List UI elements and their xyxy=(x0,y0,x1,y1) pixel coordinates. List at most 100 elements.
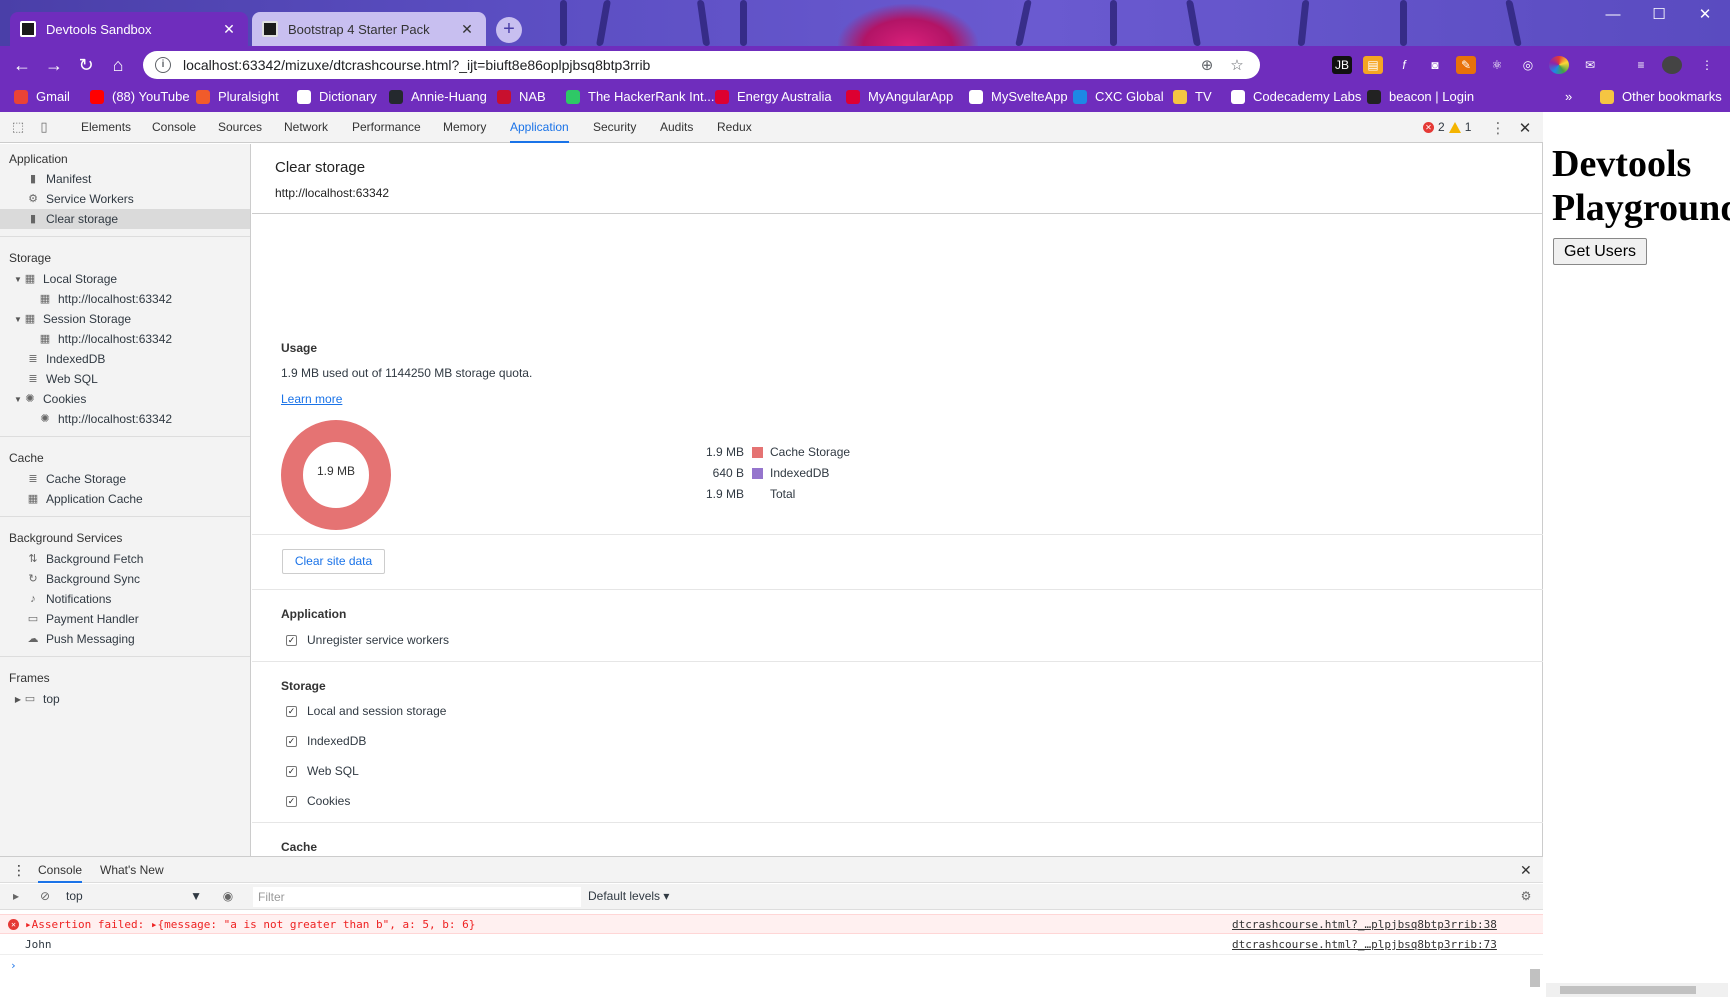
window-close-button[interactable]: ✕ xyxy=(1682,0,1728,30)
sidebar-item-cookies-origin[interactable]: ✺ http://localhost:63342 xyxy=(0,409,250,429)
page-horizontal-scrollbar[interactable] xyxy=(1546,983,1728,997)
console-scrollbar[interactable] xyxy=(1530,969,1540,987)
local-session-storage-checkbox[interactable]: ✓ Local and session storage xyxy=(286,704,446,718)
address-bar[interactable]: i localhost:63342/mizuxe/dtcrashcourse.h… xyxy=(143,51,1260,79)
expand-arrow-icon[interactable]: ▶ xyxy=(13,695,23,704)
bookmark-item[interactable]: (88) YouTube xyxy=(90,89,190,104)
close-icon[interactable]: ✕ xyxy=(220,21,238,38)
bookmark-item[interactable]: Annie-Huang xyxy=(389,89,487,104)
unregister-service-workers-checkbox[interactable]: ✓ Unregister service workers xyxy=(286,633,449,647)
color-extension-icon[interactable] xyxy=(1549,56,1569,74)
checkmark-icon[interactable]: ✓ xyxy=(286,765,297,777)
tab-security[interactable]: Security xyxy=(593,112,636,143)
eye-icon[interactable]: ◉ xyxy=(220,889,236,905)
bookmark-item[interactable]: MySvelteApp xyxy=(969,89,1068,104)
sidebar-item-background-fetch[interactable]: ⇅ Background Fetch xyxy=(0,549,250,569)
sidebar-item-background-sync[interactable]: ↻ Background Sync xyxy=(0,569,250,589)
sidebar-item-application-cache[interactable]: ▦ Application Cache xyxy=(0,489,250,509)
sidebar-item-payment-handler[interactable]: ▭ Payment Handler xyxy=(0,609,250,629)
gear-icon[interactable]: ⚙ xyxy=(1518,889,1534,905)
device-toolbar-icon[interactable]: ▯ xyxy=(36,119,52,135)
star-icon[interactable]: ☆ xyxy=(1226,56,1248,74)
clear-console-icon[interactable]: ⊘ xyxy=(37,889,53,905)
sidebar-item-manifest[interactable]: ▮ Manifest xyxy=(0,169,250,189)
bookmark-item[interactable]: NAB xyxy=(497,89,546,104)
sidebar-item-clear-storage[interactable]: ▮ Clear storage xyxy=(0,209,250,229)
tab-memory[interactable]: Memory xyxy=(443,112,486,143)
sidebar-item-cache-storage[interactable]: ≣ Cache Storage xyxy=(0,469,250,489)
more-vertical-icon[interactable]: ⋮ xyxy=(1490,119,1506,137)
reload-icon[interactable]: ↻ xyxy=(74,53,98,77)
tab-sources[interactable]: Sources xyxy=(218,112,262,143)
bookmark-item[interactable]: beacon | Login xyxy=(1367,89,1474,104)
more-vertical-icon[interactable]: ⋮ xyxy=(12,857,26,883)
back-arrow-icon[interactable]: ← xyxy=(10,53,34,77)
browser-tab-active[interactable]: Devtools Sandbox ✕ xyxy=(10,12,248,46)
clear-site-data-button[interactable]: Clear site data xyxy=(282,549,385,574)
bookmark-item[interactable]: Gmail xyxy=(14,89,70,104)
tab-console[interactable]: Console xyxy=(152,112,196,143)
console-source-link[interactable]: dtcrashcourse.html?_…plpjbsq8btp3rrib:38 xyxy=(1232,918,1497,931)
sidebar-item-websql[interactable]: ≣ Web SQL xyxy=(0,369,250,389)
home-icon[interactable]: ⌂ xyxy=(106,53,130,77)
log-levels-dropdown[interactable]: Default levels ▾ xyxy=(588,889,669,903)
close-devtools-icon[interactable]: ✕ xyxy=(1517,119,1533,137)
function-extension-icon[interactable]: f xyxy=(1394,56,1414,74)
sidebar-item-notifications[interactable]: ♪ Notifications xyxy=(0,589,250,609)
tab-whats-new[interactable]: What's New xyxy=(100,857,164,883)
console-prompt[interactable]: › xyxy=(0,955,1543,975)
bookmark-item[interactable]: The HackerRank Int... xyxy=(566,89,714,104)
sidebar-item-session-storage[interactable]: ▼ ▦ Session Storage xyxy=(0,309,250,329)
indexeddb-checkbox[interactable]: ✓ IndexedDB xyxy=(286,734,366,748)
bookmark-item[interactable]: TV xyxy=(1173,89,1212,104)
tab-application[interactable]: Application xyxy=(510,112,569,143)
learn-more-link[interactable]: Learn more xyxy=(281,392,342,406)
notes-extension-icon[interactable]: ▤ xyxy=(1363,56,1383,74)
checkmark-icon[interactable]: ✓ xyxy=(286,795,297,807)
jetbrains-extension-icon[interactable]: JB xyxy=(1332,56,1352,74)
sidebar-item-cookies[interactable]: ▼ ✺ Cookies xyxy=(0,389,250,409)
other-bookmarks-folder[interactable]: Other bookmarks xyxy=(1600,89,1722,104)
tab-elements[interactable]: Elements xyxy=(81,112,131,143)
camera-extension-icon[interactable]: ◙ xyxy=(1425,56,1445,74)
tab-redux[interactable]: Redux xyxy=(717,112,752,143)
sidebar-item-indexeddb[interactable]: ≣ IndexedDB xyxy=(0,349,250,369)
sidebar-item-frame-top[interactable]: ▶ ▭ top xyxy=(0,689,250,709)
react-extension-icon[interactable]: ⚛ xyxy=(1487,56,1507,74)
tab-console[interactable]: Console xyxy=(38,857,83,883)
checkmark-icon[interactable]: ✓ xyxy=(286,705,297,717)
expand-arrow-icon[interactable]: ▼ xyxy=(13,275,23,284)
issue-counts[interactable]: ✕ 2 1 xyxy=(1423,120,1471,134)
info-icon[interactable]: i xyxy=(155,57,171,73)
forward-arrow-icon[interactable]: → xyxy=(42,53,66,77)
checkmark-icon[interactable]: ✓ xyxy=(286,634,297,646)
bookmarks-overflow-button[interactable]: » xyxy=(1565,89,1572,104)
sidebar-item-service-workers[interactable]: ⚙ Service Workers xyxy=(0,189,250,209)
more-vertical-icon[interactable]: ⋮ xyxy=(1697,56,1717,74)
reading-list-icon[interactable]: ≡ xyxy=(1631,56,1651,74)
sidebar-item-local-storage-origin[interactable]: ▦ http://localhost:63342 xyxy=(0,289,250,309)
websql-checkbox[interactable]: ✓ Web SQL xyxy=(286,764,359,778)
scrollbar-thumb[interactable] xyxy=(1560,986,1696,994)
bookmark-item[interactable]: MyAngularApp xyxy=(846,89,953,104)
filter-input[interactable]: Filter xyxy=(253,887,581,907)
get-users-button[interactable]: Get Users xyxy=(1553,238,1648,265)
close-icon[interactable]: ✕ xyxy=(458,21,476,38)
close-drawer-icon[interactable]: ✕ xyxy=(1520,857,1532,883)
sidebar-item-session-storage-origin[interactable]: ▦ http://localhost:63342 xyxy=(0,329,250,349)
sidebar-item-push-messaging[interactable]: ☁ Push Messaging xyxy=(0,629,250,649)
cookies-checkbox[interactable]: ✓ Cookies xyxy=(286,794,350,808)
maximize-button[interactable]: ☐ xyxy=(1636,0,1682,30)
bookmark-item[interactable]: Energy Australia xyxy=(715,89,832,104)
bookmark-item[interactable]: Dictionary xyxy=(297,89,377,104)
bookmark-item[interactable]: Pluralsight xyxy=(196,89,279,104)
avatar[interactable] xyxy=(1662,56,1682,74)
sidebar-toggle-icon[interactable]: ▸ xyxy=(8,889,24,905)
tab-audits[interactable]: Audits xyxy=(660,112,693,143)
zoom-icon[interactable]: ⊕ xyxy=(1196,56,1218,74)
tab-network[interactable]: Network xyxy=(284,112,328,143)
minimize-button[interactable]: — xyxy=(1590,0,1636,30)
mail-extension-icon[interactable]: ✉ xyxy=(1580,56,1600,74)
console-source-link[interactable]: dtcrashcourse.html?_…plpjbsq8btp3rrib:73 xyxy=(1232,938,1497,951)
inspect-element-icon[interactable]: ⬚ xyxy=(10,119,26,135)
